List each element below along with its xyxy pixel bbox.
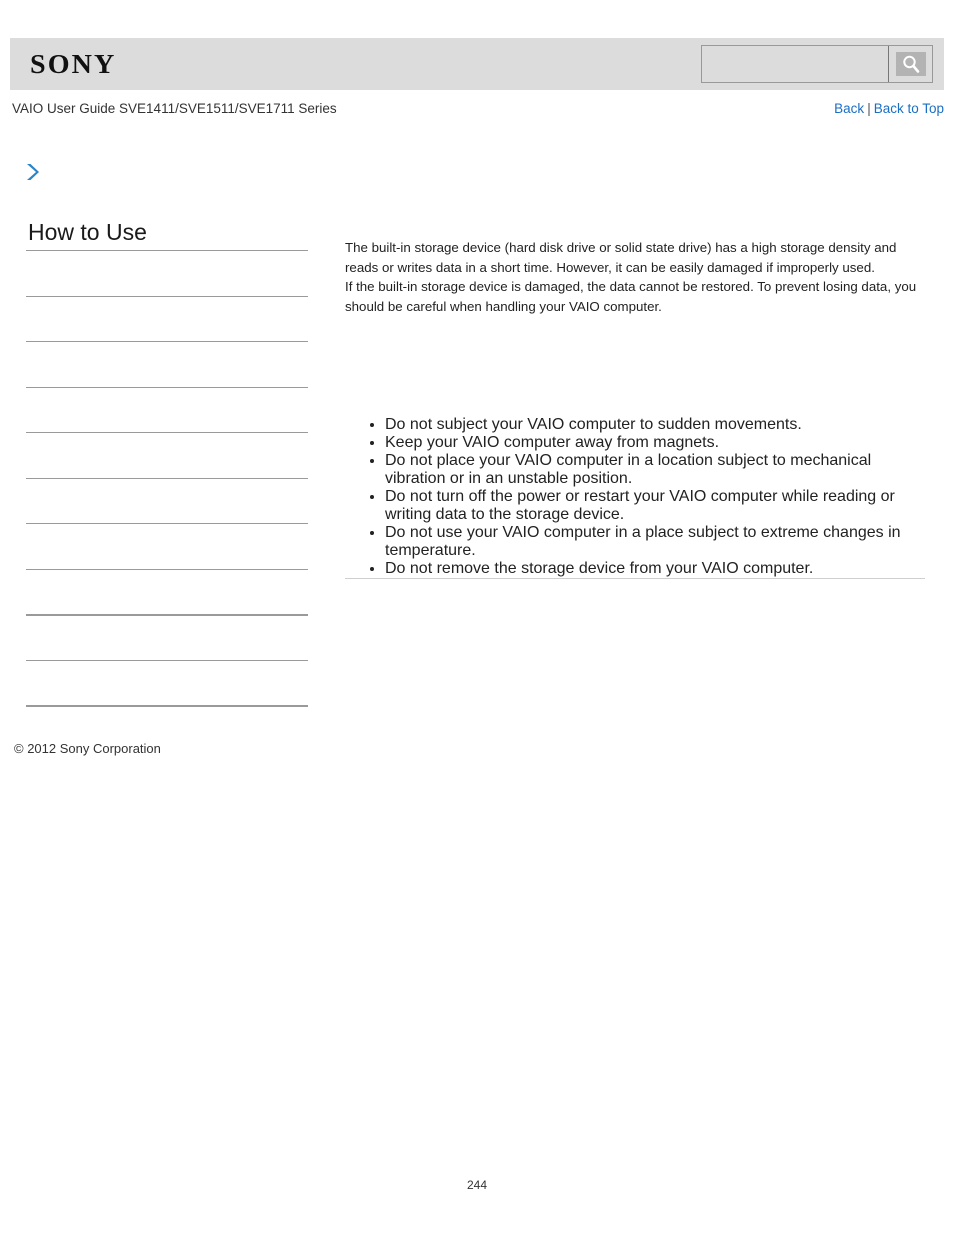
site-header: SONY <box>10 38 944 90</box>
search-icon <box>895 52 926 76</box>
search-button[interactable] <box>888 46 932 82</box>
sidebar-item[interactable] <box>26 568 308 615</box>
search-box <box>701 45 933 83</box>
sidebar-item[interactable] <box>26 386 308 433</box>
intro-paragraph-1: The built-in storage device (hard disk d… <box>345 240 897 275</box>
sidebar-item[interactable] <box>26 659 308 706</box>
list-item: Keep your VAIO computer away from magnet… <box>385 434 925 452</box>
list-item: Do not turn off the power or restart you… <box>385 488 925 524</box>
back-link[interactable]: Back <box>834 101 864 116</box>
sidebar-navigation: How to Use <box>26 218 308 751</box>
content-divider <box>345 578 925 579</box>
nav-separator: | <box>867 101 871 116</box>
copyright-text: © 2012 Sony Corporation <box>14 741 161 756</box>
sidebar-item[interactable] <box>26 614 308 660</box>
sidebar-item[interactable] <box>26 432 308 478</box>
chevron-right-icon[interactable] <box>24 162 42 182</box>
back-to-top-link[interactable]: Back to Top <box>874 101 944 116</box>
sony-logo: SONY <box>30 49 117 79</box>
sidebar-item[interactable] <box>26 250 308 296</box>
intro-paragraph-2: If the built-in storage device is damage… <box>345 279 917 314</box>
header-nav-links: Back | Back to Top <box>834 100 944 118</box>
list-item: Do not subject your VAIO computer to sud… <box>385 416 925 434</box>
sidebar-item[interactable] <box>26 523 308 569</box>
sidebar-item[interactable] <box>26 477 308 524</box>
list-item: Do not remove the storage device from yo… <box>385 560 925 578</box>
sidebar-item[interactable] <box>26 341 308 387</box>
main-content: The built-in storage device (hard disk d… <box>345 238 925 316</box>
guide-title: VAIO User Guide SVE1411/SVE1511/SVE1711 … <box>12 101 337 116</box>
precautions-list: Do not subject your VAIO computer to sud… <box>345 416 925 578</box>
list-item: Do not use your VAIO computer in a place… <box>385 524 925 560</box>
page-title: How to Use <box>28 219 147 245</box>
list-item: Do not place your VAIO computer in a loc… <box>385 452 925 488</box>
page-number: 244 <box>466 1178 488 1192</box>
sidebar-item[interactable] <box>26 295 308 342</box>
precautions-list-wrapper: Do not subject your VAIO computer to sud… <box>345 400 925 594</box>
search-input[interactable] <box>702 46 888 82</box>
subheader: VAIO User Guide SVE1411/SVE1511/SVE1711 … <box>10 100 944 120</box>
